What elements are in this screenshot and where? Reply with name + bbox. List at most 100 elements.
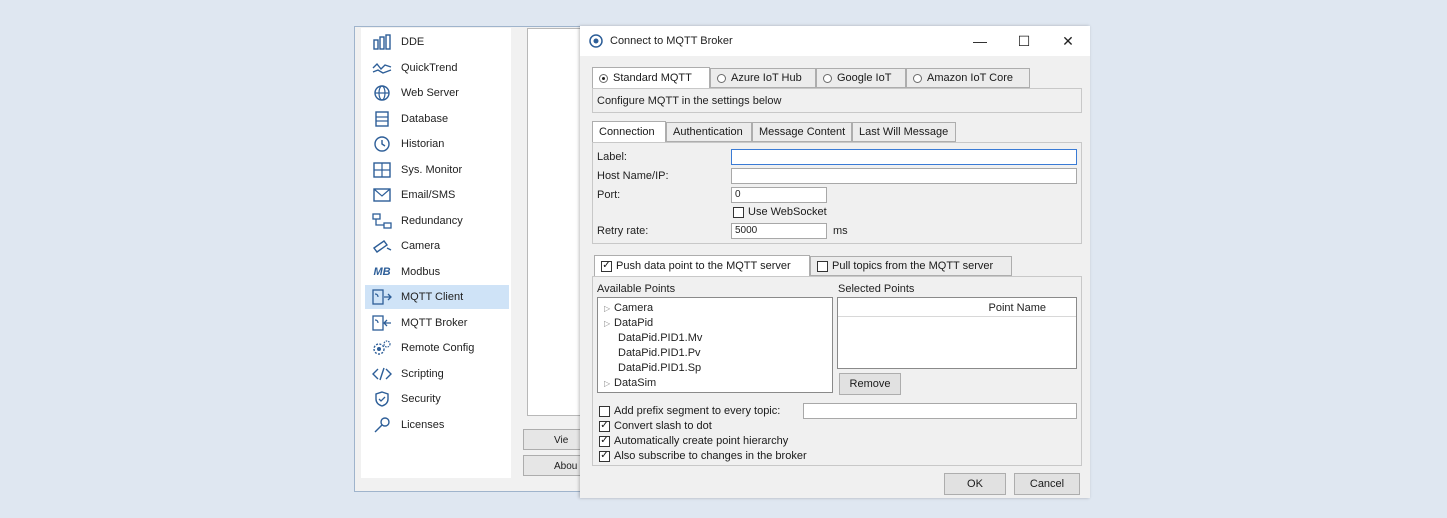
radio-icon xyxy=(717,73,726,83)
tab-authentication[interactable]: Authentication xyxy=(666,122,752,142)
tab-label: Connection xyxy=(599,126,655,138)
sidebar-item-quicktrend[interactable]: QuickTrend xyxy=(365,56,509,80)
convert-slash-checkbox[interactable]: ✓ Convert slash to dot xyxy=(599,420,712,432)
tab-azure-iot-hub[interactable]: Azure IoT Hub xyxy=(710,68,816,88)
remote-config-icon xyxy=(371,339,393,357)
sidebar-item-security[interactable]: Security xyxy=(365,387,509,411)
view-button[interactable]: Vie xyxy=(523,429,585,450)
point-hierarchy-checkbox[interactable]: ✓ Automatically create point hierarchy xyxy=(599,435,788,447)
tab-label: Standard MQTT xyxy=(613,72,692,84)
tab-amazon-iot-core[interactable]: Amazon IoT Core xyxy=(906,68,1030,88)
tab-pull-topics[interactable]: Pull topics from the MQTT server xyxy=(810,256,1012,276)
retry-field-label: Retry rate: xyxy=(597,225,649,237)
checkbox-box: ✓ xyxy=(599,435,610,447)
retry-unit: ms xyxy=(833,225,848,237)
checkbox-box xyxy=(817,260,828,272)
sidebar-item-label: Historian xyxy=(401,138,445,150)
view-button-label: Vie xyxy=(554,435,569,446)
modbus-icon: MB xyxy=(373,265,391,278)
tree-item-label: Camera xyxy=(614,302,654,314)
close-button[interactable]: ✕ xyxy=(1046,26,1090,56)
sidebar-item-label: QuickTrend xyxy=(401,61,458,74)
sidebar-item-mqtt-broker[interactable]: MQTT Broker xyxy=(365,311,509,335)
prefix-input[interactable] xyxy=(803,403,1077,419)
port-input[interactable]: 0 xyxy=(731,187,827,203)
label-input[interactable] xyxy=(731,149,1077,165)
tab-standard-mqtt[interactable]: Standard MQTT xyxy=(592,67,710,89)
sidebar-item-mqtt-client[interactable]: MQTT Client xyxy=(365,285,509,309)
dialog-title: Connect to MQTT Broker xyxy=(610,35,733,47)
sidebar-item-database[interactable]: Database xyxy=(365,107,509,131)
sidebar-item-redundancy[interactable]: Redundancy xyxy=(365,209,509,233)
tab-push-data-points[interactable]: ✓ Push data point to the MQTT server xyxy=(594,255,810,277)
tab-label: Amazon IoT Core xyxy=(927,72,1014,84)
convert-slash-label: Convert slash to dot xyxy=(614,420,712,432)
tree-item-camera[interactable]: ▷ Camera xyxy=(604,301,653,316)
tree-item-label: DataPid.PID1.Sp xyxy=(618,362,702,374)
sidebar-item-label: Redundancy xyxy=(401,214,463,227)
sidebar-item-dde[interactable]: DDE xyxy=(365,30,509,54)
tab-label: Message Content xyxy=(759,126,846,138)
point-hierarchy-label: Automatically create point hierarchy xyxy=(614,435,789,447)
camera-icon xyxy=(371,237,393,255)
sidebar-item-email-sms[interactable]: Email/SMS xyxy=(365,183,509,207)
ok-button[interactable]: OK xyxy=(944,473,1006,495)
tree-item-pid1-sp[interactable]: DataPid.PID1.Sp xyxy=(618,361,701,375)
tab-label: Push data point to the MQTT server xyxy=(616,260,791,272)
use-websocket-label: Use WebSocket xyxy=(748,206,827,218)
subscribe-changes-checkbox[interactable]: ✓ Also subscribe to changes in the broker xyxy=(599,450,807,462)
tab-label: Authentication xyxy=(673,126,743,138)
cancel-button[interactable]: Cancel xyxy=(1014,473,1080,495)
shield-icon xyxy=(371,390,393,408)
sidebar-item-label: Security xyxy=(401,393,441,405)
title-bar: Connect to MQTT Broker — ☐ ✕ xyxy=(580,26,1090,56)
tree-item-label: DataPid.PID1.Mv xyxy=(618,332,703,344)
connection-panel: Label: Host Name/IP: Port: 0 Use WebSock… xyxy=(592,142,1082,244)
use-websocket-checkbox[interactable]: Use WebSocket xyxy=(733,206,827,218)
tab-google-iot[interactable]: Google IoT xyxy=(816,68,906,88)
available-points-tree[interactable]: ▷ Camera ▷ DataPid DataPid.PID1.Mv DataPid… xyxy=(597,297,833,393)
tree-item-datapid[interactable]: ▷ DataPid xyxy=(604,316,653,331)
sidebar-item-remote-config[interactable]: Remote Config xyxy=(365,336,509,360)
minimize-button[interactable]: — xyxy=(958,26,1002,56)
tree-item-label: DataPid xyxy=(614,317,654,329)
checkbox-box: ✓ xyxy=(599,420,610,432)
sidebar-item-scripting[interactable]: Scripting xyxy=(365,362,509,386)
tab-message-content[interactable]: Message Content xyxy=(752,122,852,142)
expand-arrow-icon: ▷ xyxy=(604,304,611,313)
tree-item-datasim[interactable]: ▷ DataSim xyxy=(604,376,656,391)
port-field-label: Port: xyxy=(597,189,621,201)
tree-item-pid1-mv[interactable]: DataPid.PID1.Mv xyxy=(618,331,702,345)
maximize-button[interactable]: ☐ xyxy=(1002,26,1046,56)
remove-button[interactable]: Remove xyxy=(839,373,901,395)
sidebar-item-sys-monitor[interactable]: Sys. Monitor xyxy=(365,158,509,182)
expand-arrow-icon: ▷ xyxy=(604,379,611,388)
tree-item-label: DataPid.PID1.Pv xyxy=(618,347,701,359)
sidebar-item-label: Email/SMS xyxy=(401,189,456,201)
sidebar-item-camera[interactable]: Camera xyxy=(365,234,509,258)
sidebar-item-modbus[interactable]: MB Modbus xyxy=(365,260,509,284)
mqtt-connect-dialog: Connect to MQTT Broker — ☐ ✕ Standard MQ… xyxy=(580,26,1090,498)
mqtt-app-icon xyxy=(589,34,603,51)
sidebar-item-label: Licenses xyxy=(401,418,445,431)
prefix-label: Add prefix segment to every topic: xyxy=(614,405,781,417)
point-name-column-label: Point Name xyxy=(988,302,1046,314)
sidebar-item-label: Modbus xyxy=(401,265,441,278)
radio-icon xyxy=(599,73,608,83)
host-input[interactable] xyxy=(731,168,1077,184)
prefix-checkbox[interactable]: Add prefix segment to every topic: xyxy=(599,405,780,417)
sidebar-item-historian[interactable]: Historian xyxy=(365,132,509,156)
sidebar-item-web-server[interactable]: Web Server xyxy=(365,81,509,105)
tab-last-will-message[interactable]: Last Will Message xyxy=(852,122,956,142)
sidebar-item-label: Web Server xyxy=(401,87,459,99)
point-name-column-header[interactable]: Point Name xyxy=(838,298,1076,317)
available-points-header: Available Points xyxy=(597,283,676,295)
checkbox-box: ✓ xyxy=(599,450,610,462)
sidebar-item-licenses[interactable]: Licenses xyxy=(365,413,509,437)
selected-points-list[interactable]: Point Name xyxy=(837,297,1077,369)
retry-input[interactable]: 5000 xyxy=(731,223,827,239)
subscribe-changes-label: Also subscribe to changes in the broker xyxy=(614,450,807,462)
about-button[interactable]: Abou xyxy=(523,455,585,476)
tab-connection[interactable]: Connection xyxy=(592,121,666,143)
tree-item-pid1-pv[interactable]: DataPid.PID1.Pv xyxy=(618,346,701,360)
